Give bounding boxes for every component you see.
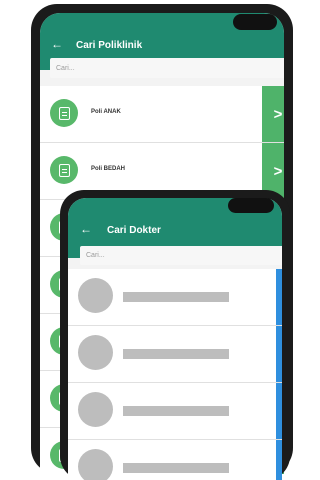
list-item[interactable]: > [68,269,282,326]
page-title: Cari Poliklinik [76,40,143,51]
list-item[interactable]: Poli ANAK > [40,86,284,143]
search-input[interactable]: Cari... [50,58,284,78]
back-arrow-icon[interactable]: ← [51,37,63,51]
name-placeholder-bar [123,292,229,302]
avatar [78,392,113,427]
chevron-right-button[interactable]: > [276,440,282,480]
item-label: Poli ANAK [91,109,121,115]
camera-notch [228,198,274,213]
document-icon [50,156,78,184]
page-title: Cari Dokter [107,225,161,236]
camera-notch [233,14,277,30]
chevron-right-button[interactable]: > [262,86,284,142]
avatar [78,278,113,313]
chevron-right-button[interactable]: > [276,383,282,439]
name-placeholder-bar [123,406,229,416]
name-placeholder-bar [123,349,229,359]
document-icon [50,99,78,127]
doctor-list: > > > > [68,269,282,480]
chevron-right-button[interactable]: > [276,326,282,382]
search-input[interactable]: Cari... [80,246,282,265]
chevron-right-button[interactable]: > [276,269,282,325]
item-label: Poli BEDAH [91,166,126,172]
list-item[interactable]: > [68,383,282,440]
list-item[interactable]: > [68,326,282,383]
list-item[interactable]: > [68,440,282,480]
avatar [78,449,113,480]
back-arrow-icon[interactable]: ← [80,222,92,236]
name-placeholder-bar [123,463,229,473]
avatar [78,335,113,370]
doctor-screen: ← Cari Dokter Cari... > > > [68,198,282,480]
phone-doctor: ← Cari Dokter Cari... > > > [60,190,290,480]
